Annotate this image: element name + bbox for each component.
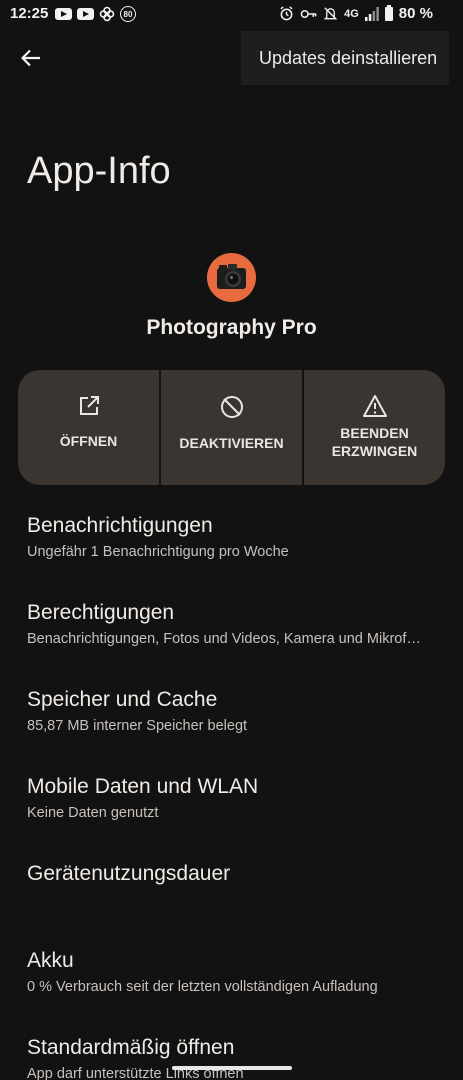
open-button-label: ÖFFNEN xyxy=(59,433,118,449)
pinwheel-icon xyxy=(99,6,115,22)
action-button-group: ÖFFNEN DEAKTIVIEREN BEENDEN ERZWINGEN xyxy=(18,370,445,485)
list-item-permissions[interactable]: Berechtigungen Benachrichtigungen, Fotos… xyxy=(27,601,447,647)
arrow-left-icon xyxy=(21,49,40,67)
list-item-title: Speicher und Cache xyxy=(27,688,218,711)
disable-icon xyxy=(220,396,243,418)
warning-icon xyxy=(362,395,387,417)
list-item-subtitle: Ungefähr 1 Benachrichtigung pro Woche xyxy=(27,544,289,560)
youtube-icon xyxy=(77,8,94,20)
force-stop-label-line1: BEENDEN xyxy=(340,425,409,441)
app-icon xyxy=(207,253,256,302)
list-item-title: Standardmäßig öffnen xyxy=(27,1036,235,1059)
list-item-subtitle: 0 % Verbrauch seit der letzten vollständ… xyxy=(27,979,378,995)
youtube-icon xyxy=(55,8,72,20)
status-time: 12:25 xyxy=(10,5,49,22)
network-type: 4G xyxy=(344,7,359,20)
camera-icon xyxy=(217,264,246,289)
battery-icon xyxy=(384,4,393,21)
app-info-screen: 12:25 80 4G 80 % Updates deinstallieren … xyxy=(0,0,463,1080)
disable-button-label: DEAKTIVIEREN xyxy=(179,435,284,451)
list-item-title: Berechtigungen xyxy=(27,601,175,624)
home-indicator[interactable] xyxy=(172,1066,292,1070)
force-stop-button[interactable]: BEENDEN ERZWINGEN xyxy=(302,370,445,485)
list-item-battery[interactable]: Akku 0 % Verbrauch seit der letzten voll… xyxy=(27,949,447,995)
list-item-subtitle: Benachrichtigungen, Fotos und Videos, Ka… xyxy=(27,631,421,647)
app-name: Photography Pro xyxy=(146,316,317,339)
list-item-open-by-default[interactable]: Standardmäßig öffnen App darf unterstütz… xyxy=(27,1036,447,1080)
notification-icons: 80 xyxy=(55,6,136,22)
disable-button[interactable]: DEAKTIVIEREN xyxy=(159,370,302,485)
open-external-icon xyxy=(79,396,99,415)
overflow-menu: Updates deinstallieren xyxy=(241,31,449,85)
key-icon xyxy=(300,9,317,18)
mute-icon xyxy=(323,7,338,20)
force-stop-label-line2: ERZWINGEN xyxy=(331,443,418,459)
status-bar: 12:25 80 4G 80 % xyxy=(0,0,463,30)
list-item-screen-time[interactable]: Gerätenutzungsdauer xyxy=(27,862,447,886)
force-stop-button-label: BEENDEN ERZWINGEN xyxy=(332,424,418,460)
signal-icon xyxy=(364,6,379,21)
alarm-icon xyxy=(280,6,293,21)
list-item-title: Gerätenutzungsdauer xyxy=(27,862,231,885)
back-button[interactable] xyxy=(14,42,48,74)
list-item-subtitle: Keine Daten genutzt xyxy=(27,805,159,821)
list-item-storage[interactable]: Speicher und Cache 85,87 MB interner Spe… xyxy=(27,688,447,734)
badge-80-icon: 80 xyxy=(120,6,136,22)
page-title: App-Info xyxy=(27,150,171,192)
list-item-title: Mobile Daten und WLAN xyxy=(27,775,259,798)
menu-item-uninstall-updates[interactable]: Updates deinstallieren xyxy=(259,48,437,69)
list-item-title: Benachrichtigungen xyxy=(27,514,213,537)
open-button[interactable]: ÖFFNEN xyxy=(18,370,159,485)
list-item-title: Akku xyxy=(27,949,74,972)
system-icons: 4G 80 % xyxy=(279,4,433,22)
list-item-notifications[interactable]: Benachrichtigungen Ungefähr 1 Benachrich… xyxy=(27,514,447,560)
list-item-subtitle: 85,87 MB interner Speicher belegt xyxy=(27,718,248,734)
list-item-mobile-data[interactable]: Mobile Daten und WLAN Keine Daten genutz… xyxy=(27,775,447,821)
battery-percent: 80 % xyxy=(398,5,433,22)
